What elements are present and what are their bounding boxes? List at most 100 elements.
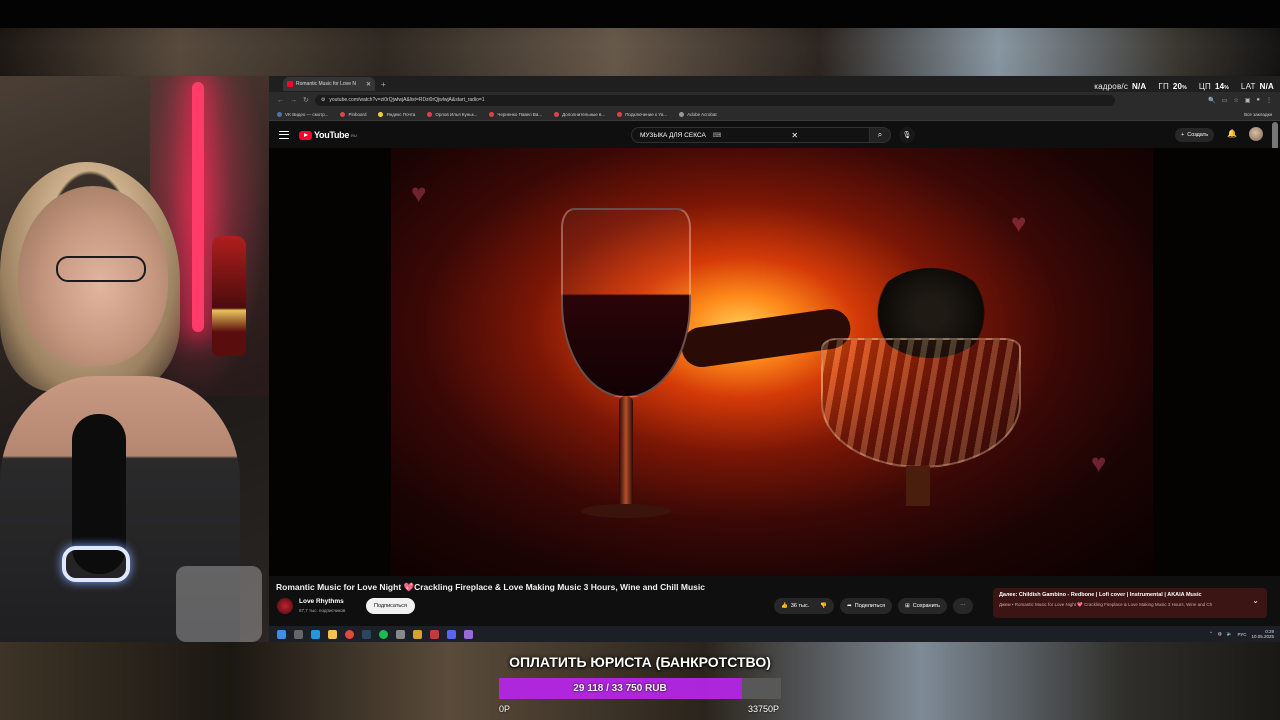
tray-expand-icon[interactable]: ⌃ — [1209, 631, 1213, 637]
donation-progress-bar: 29 118 / 33 750 RUB — [499, 678, 781, 699]
browser-tab[interactable]: Romantic Music for Love N ✕ — [283, 77, 375, 91]
youtube-logo[interactable]: YouTube RU — [299, 130, 357, 140]
video-player[interactable]: ♥ ♥ ♥ — [269, 148, 1280, 576]
microphone-light — [62, 546, 130, 582]
up-next-panel[interactable]: Далее: Childish Gambino - Redbone | Lofi… — [993, 588, 1267, 618]
heart-icon: ♥ — [411, 178, 427, 208]
reload-icon[interactable]: ↻ — [303, 96, 309, 104]
url-text: youtube.com/watch?v=zi0rQjwlwjA&list=RDz… — [329, 97, 485, 103]
volume-icon[interactable]: 🔈 — [1227, 631, 1233, 637]
youtube-play-icon — [299, 130, 312, 140]
crystal-glass — [811, 268, 1021, 508]
thumbs-down-icon[interactable]: 👎 — [820, 603, 827, 609]
save-button[interactable]: ⊞ Сохранить — [898, 598, 948, 614]
bookmark-item[interactable]: Черненко Павел Ва... — [489, 111, 542, 117]
voice-search-button[interactable]: 🎙 — [899, 127, 915, 143]
youtube-favicon-icon — [287, 81, 293, 87]
neon-lamp — [192, 82, 204, 332]
cast-icon[interactable]: ▭ — [1222, 97, 1228, 104]
site-info-icon[interactable]: ⚙ — [321, 97, 325, 103]
profile-icon[interactable]: ● — [1256, 97, 1260, 104]
captured-desktop: Romantic Music for Love N ✕ + кадров/с N/… — [269, 76, 1280, 642]
extensions-icon[interactable]: ▣ — [1245, 97, 1251, 104]
bottle — [212, 236, 246, 356]
url-input[interactable]: ⚙ youtube.com/watch?v=zi0rQjwlwjA&list=R… — [314, 94, 1115, 106]
menu-icon[interactable]: ⋮ — [1266, 97, 1272, 104]
up-next-title: Далее: Childish Gambino - Redbone | Lofi… — [999, 592, 1202, 598]
perf-overlay: кадров/с N/A ГП 20% ЦП 14% LAT N/A — [1094, 82, 1274, 91]
thumbs-up-icon: 👍 — [781, 603, 788, 609]
more-actions-button[interactable]: ⋯ — [953, 598, 973, 614]
obs-icon[interactable] — [430, 629, 439, 639]
bookmark-item[interactable]: Pinboard — [340, 111, 366, 117]
close-tab-icon[interactable]: ✕ — [366, 81, 371, 88]
share-button[interactable]: ➦ Поделиться — [840, 598, 893, 614]
more-icon: ⋯ — [960, 603, 966, 609]
clear-search-icon[interactable]: ✕ — [791, 131, 864, 140]
bookmark-icon — [617, 111, 623, 117]
chevron-down-icon[interactable]: ⌄ — [1252, 596, 1259, 605]
up-next-subtitle: Джем • Romantic Music for Love Night 💖 C… — [999, 602, 1213, 607]
clock[interactable]: 0:29 10.05.2025 — [1251, 629, 1274, 639]
app-icon[interactable] — [396, 629, 405, 639]
bookmark-item[interactable]: Дополнительные в... — [554, 111, 605, 117]
donation-max-label: 33750Р — [748, 704, 780, 714]
drinking-glass — [176, 566, 262, 642]
spotify-icon[interactable] — [379, 629, 388, 639]
app-icon[interactable] — [413, 629, 422, 639]
language-indicator[interactable]: РУС — [1237, 632, 1246, 637]
start-icon[interactable] — [277, 629, 286, 639]
donation-min-label: 0Р — [499, 704, 511, 714]
task-view-icon[interactable] — [294, 629, 303, 639]
chrome-icon[interactable] — [345, 629, 354, 639]
channel-name[interactable]: Love Rhythms — [299, 598, 344, 605]
discord-icon[interactable] — [447, 629, 456, 639]
subscribe-button[interactable]: Подписаться — [366, 598, 415, 614]
hamburger-menu-icon[interactable] — [279, 131, 289, 139]
pinboard-icon — [340, 111, 346, 117]
explorer-icon[interactable] — [328, 629, 337, 639]
edge-icon[interactable] — [311, 629, 320, 639]
video-actions: 👍 36 тыс. 👎 ➦ Поделиться ⊞ Сохранить ⋯ — [774, 598, 973, 614]
background-top — [0, 28, 1280, 76]
stream-canvas: Romantic Music for Love N ✕ + кадров/с N/… — [0, 0, 1280, 720]
bookmark-item[interactable]: Яндекс Почта — [378, 111, 415, 117]
plus-icon: + — [1181, 132, 1185, 138]
search-input[interactable]: МУЗЫКА ДЛЯ СЕКСА ⌨ ✕ — [631, 127, 871, 143]
search-query: МУЗЫКА ДЛЯ СЕКСА — [640, 131, 706, 139]
all-bookmarks[interactable]: Все закладки — [1244, 112, 1272, 117]
search-button[interactable]: ⌕ — [869, 127, 891, 143]
cpu-value: 14 — [1214, 82, 1225, 91]
keyboard-icon[interactable]: ⌨ — [713, 132, 786, 139]
fps-value: N/A — [1132, 82, 1147, 91]
create-button[interactable]: + Создать — [1175, 128, 1215, 142]
bookmark-item[interactable]: Подключение к Ya... — [617, 111, 667, 117]
new-tab-icon[interactable]: + — [381, 80, 386, 89]
yandex-mail-icon — [378, 111, 384, 117]
network-icon[interactable]: ◍ — [1218, 631, 1222, 637]
adobe-icon — [679, 111, 685, 117]
bookmark-item[interactable]: VK Видео — смотр... — [277, 111, 328, 117]
bookmark-star-icon[interactable]: ☆ — [1233, 97, 1238, 104]
video-title: Romantic Music for Love Night 💖Crackling… — [276, 582, 705, 592]
app-icon[interactable] — [464, 629, 473, 639]
wine-glass — [561, 208, 691, 528]
vk-icon — [277, 111, 282, 117]
notifications-bell-icon[interactable]: 🔔 — [1227, 129, 1237, 138]
system-tray: ⌃ ◍ 🔈 РУС 0:29 10.05.2025 — [1209, 629, 1274, 639]
account-avatar[interactable] — [1249, 127, 1263, 141]
forward-icon[interactable]: → — [290, 97, 297, 104]
share-icon: ➦ — [847, 603, 852, 609]
back-icon[interactable]: ← — [277, 97, 284, 104]
webcam-feed — [0, 76, 269, 642]
like-button[interactable]: 👍 36 тыс. 👎 — [774, 598, 835, 614]
zoom-icon[interactable]: 🔍 — [1208, 97, 1215, 104]
bookmark-icon — [554, 111, 560, 117]
steam-icon[interactable] — [362, 629, 371, 639]
bookmark-icon — [427, 111, 433, 117]
bookmark-item[interactable]: Adobe Acrobat — [679, 111, 717, 117]
bookmark-item[interactable]: Орлов Илья Куньк... — [427, 111, 477, 117]
bookmarks-bar: VK Видео — смотр... Pinboard Яндекс Почт… — [269, 108, 1280, 121]
donation-progress-text: 29 118 / 33 750 RUB — [573, 683, 667, 694]
channel-avatar[interactable] — [277, 598, 293, 614]
